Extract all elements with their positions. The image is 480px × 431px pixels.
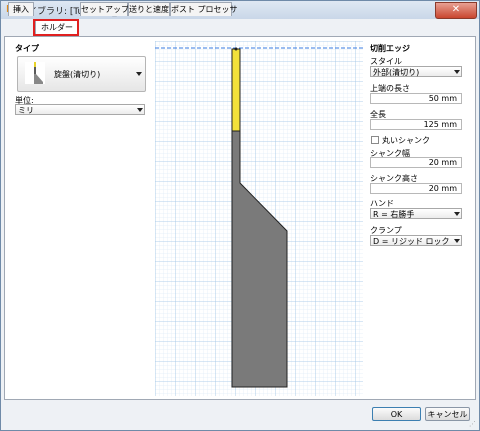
cutting-edge-heading: 切削エッジ [370,44,410,53]
type-heading: タイプ [15,44,39,53]
chevron-down-icon [454,212,460,216]
chevron-down-icon [454,70,460,74]
style-select-value: 外部(清切り) [373,68,420,77]
tab-feeds-speeds[interactable]: 送りと速度 [128,2,170,16]
cutting-edge [231,48,241,132]
shank-height-input[interactable]: 20 mm [370,183,462,194]
ok-button[interactable]: OK [372,407,421,421]
close-button[interactable]: ✕ [435,2,477,19]
close-icon: ✕ [451,4,461,15]
clamp-select[interactable]: D = リジッド ロック [370,235,462,246]
unit-select-value: ミリ [18,106,34,115]
tool-type-thumbnail [25,62,45,84]
hand-select[interactable]: R = 右勝手 [370,208,462,219]
chevron-down-icon [137,108,143,112]
style-select[interactable]: 外部(清切り) [370,66,462,77]
title-bar[interactable]: F ライブラリ: [Tutorial6_Complete] ✕ [1,1,479,19]
top-length-input[interactable]: 50 mm [370,93,462,104]
tool-tip-point [234,47,238,51]
tab-insert[interactable]: 挿入 [8,2,34,16]
tab-holder-highlight [33,19,79,36]
unit-select[interactable]: ミリ [15,104,145,115]
tool-type-value: 旋盤(清切り) [54,70,101,79]
shank-width-input[interactable]: 20 mm [370,157,462,168]
total-length-input[interactable]: 125 mm [370,119,462,130]
cancel-button[interactable]: キャンセル [425,407,470,421]
hand-select-value: R = 右勝手 [373,210,415,219]
tool-type-selector[interactable]: 旋盤(清切り) [17,56,146,92]
chevron-down-icon [454,239,460,243]
round-shank-checkbox[interactable] [371,136,379,144]
tab-post-processor[interactable]: ポスト プロセッサ [170,2,238,16]
resize-grip-icon[interactable]: ⋰ [469,420,477,428]
clamp-select-value: D = リジッド ロック [373,237,450,246]
round-shank-label: 丸いシャンク [382,136,430,145]
holder-preview [155,41,363,396]
chevron-down-icon [136,72,142,76]
turning-tool-icon [34,62,43,84]
tab-setup[interactable]: セットアップ [80,2,129,16]
